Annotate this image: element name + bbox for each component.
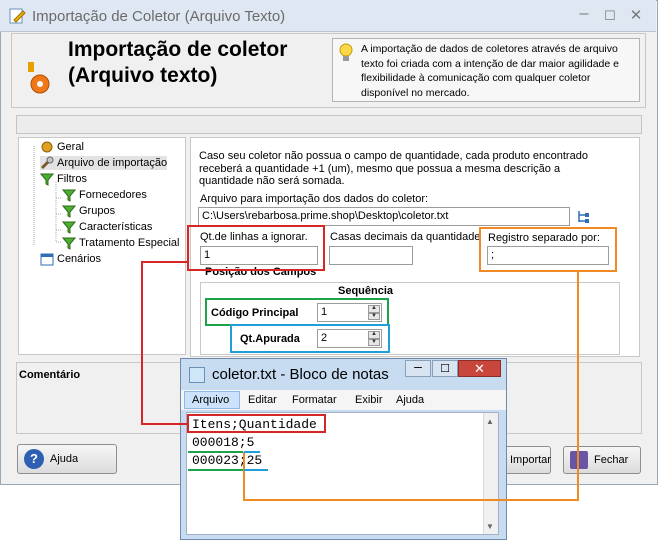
annotation-red-line: [141, 261, 188, 425]
annotation-orange-box: [479, 227, 617, 272]
annotation-orange-line: [243, 271, 579, 501]
annotation-red-notepad-box: [187, 414, 326, 433]
annotation-blue-box: [230, 324, 390, 353]
annotation-red-box: [187, 225, 325, 271]
annotation-green-box: [205, 298, 389, 326]
annotation-overlay: [141, 225, 617, 501]
